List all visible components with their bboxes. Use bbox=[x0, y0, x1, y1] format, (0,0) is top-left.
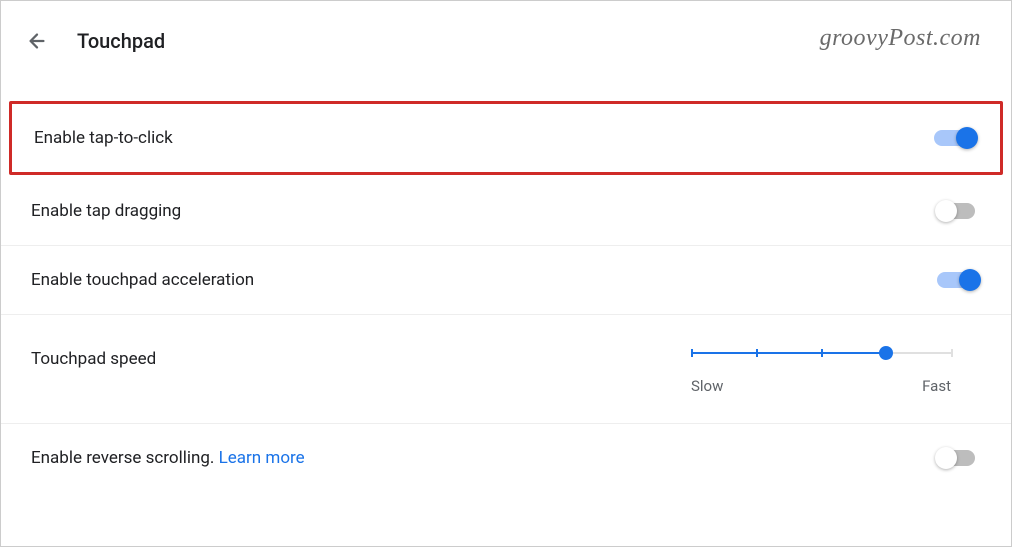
setting-tap-to-click: Enable tap-to-click bbox=[9, 101, 1003, 175]
setting-touchpad-acceleration: Enable touchpad acceleration bbox=[1, 246, 1011, 315]
setting-label: Enable tap-to-click bbox=[34, 128, 173, 148]
learn-more-link[interactable]: Learn more bbox=[219, 448, 305, 468]
touchpad-acceleration-toggle[interactable] bbox=[937, 270, 981, 290]
watermark-text: groovyPost.com bbox=[820, 25, 981, 52]
back-arrow-icon[interactable] bbox=[25, 29, 49, 53]
slider-max-label: Fast bbox=[922, 377, 951, 395]
settings-list: Enable tap-to-click Enable tap dragging … bbox=[1, 101, 1011, 492]
setting-reverse-scrolling: Enable reverse scrolling. Learn more bbox=[1, 424, 1011, 492]
setting-label: Touchpad speed bbox=[31, 343, 156, 369]
tap-to-click-toggle[interactable] bbox=[934, 128, 978, 148]
setting-touchpad-speed: Touchpad speed Slow Fast bbox=[1, 315, 1011, 424]
setting-label: Enable touchpad acceleration bbox=[31, 270, 254, 290]
slider-labels: Slow Fast bbox=[691, 377, 951, 395]
setting-label: Enable tap dragging bbox=[31, 201, 181, 221]
setting-label: Enable reverse scrolling. Learn more bbox=[31, 448, 305, 468]
tap-dragging-toggle[interactable] bbox=[937, 201, 981, 221]
reverse-scrolling-toggle[interactable] bbox=[937, 448, 981, 468]
setting-tap-dragging: Enable tap dragging bbox=[1, 177, 1011, 246]
slider-min-label: Slow bbox=[691, 377, 723, 395]
page-title: Touchpad bbox=[77, 29, 165, 53]
touchpad-speed-slider[interactable] bbox=[691, 343, 951, 363]
